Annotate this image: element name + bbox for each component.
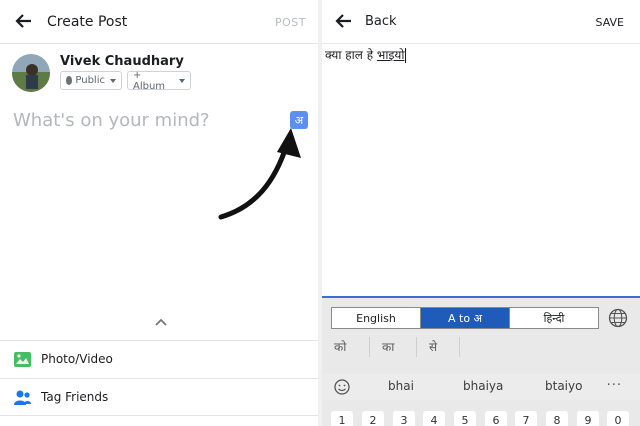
tag-friends-label: Tag Friends bbox=[41, 390, 109, 404]
photo-icon bbox=[14, 352, 31, 367]
prediction-item[interactable]: bhai bbox=[388, 379, 414, 393]
text-cursor bbox=[405, 48, 407, 63]
tab-english[interactable]: English bbox=[332, 308, 421, 328]
chevron-down-icon bbox=[110, 78, 116, 83]
prediction-item[interactable]: bhaiya bbox=[463, 379, 503, 393]
album-label: + Album bbox=[133, 69, 166, 92]
key-3[interactable]: 3 bbox=[393, 411, 415, 426]
globe-icon bbox=[66, 76, 73, 85]
composing-word: भाइयो bbox=[376, 48, 405, 62]
create-post-header: Create Post POST bbox=[0, 0, 318, 44]
key-7[interactable]: 7 bbox=[515, 411, 537, 426]
suggestion-item[interactable]: से bbox=[429, 338, 437, 355]
post-text-input[interactable]: What's on your mind? bbox=[13, 110, 210, 131]
post-button[interactable]: POST bbox=[275, 16, 306, 29]
more-icon[interactable]: ··· bbox=[607, 378, 622, 393]
key-5[interactable]: 5 bbox=[454, 411, 476, 426]
key-8[interactable]: 8 bbox=[546, 411, 568, 426]
key-6[interactable]: 6 bbox=[485, 411, 507, 426]
tab-a-to-hindi[interactable]: A to अ bbox=[421, 308, 510, 328]
divider bbox=[369, 337, 370, 357]
key-2[interactable]: 2 bbox=[362, 411, 384, 426]
back-arrow-icon[interactable] bbox=[334, 11, 354, 31]
privacy-selector[interactable]: Public bbox=[60, 71, 122, 90]
avatar[interactable] bbox=[12, 54, 50, 92]
emoji-icon[interactable] bbox=[333, 378, 351, 396]
tab-hindi[interactable]: हिन्दी bbox=[510, 308, 598, 328]
prediction-strip: bhai bhaiya btaiyo ··· bbox=[322, 374, 640, 400]
tag-friends-option[interactable]: Tag Friends bbox=[0, 378, 318, 416]
divider bbox=[0, 415, 318, 416]
photo-video-option[interactable]: Photo/Video bbox=[0, 340, 318, 378]
hindi-editor-screen: Back SAVE क्या हाल हे भाइयो English A to… bbox=[322, 0, 640, 426]
divider bbox=[416, 337, 417, 357]
pointer-arrow-icon bbox=[218, 128, 301, 220]
create-post-screen: Create Post POST Vivek Chaudhary Public … bbox=[0, 0, 318, 426]
save-button[interactable]: SAVE bbox=[596, 16, 624, 29]
chevron-down-icon bbox=[179, 78, 185, 83]
back-arrow-icon[interactable] bbox=[14, 11, 34, 31]
editor-text: क्या हाल हे bbox=[325, 48, 377, 62]
key-0[interactable]: 0 bbox=[607, 411, 629, 426]
photo-video-label: Photo/Video bbox=[41, 352, 113, 366]
key-1[interactable]: 1 bbox=[331, 411, 353, 426]
page-title: Create Post bbox=[47, 14, 128, 30]
chevron-up-icon[interactable] bbox=[155, 318, 167, 326]
language-switcher: English A to अ हिन्दी bbox=[331, 307, 599, 329]
back-button[interactable]: Back bbox=[365, 14, 397, 29]
divider bbox=[459, 337, 460, 357]
suggestion-item[interactable]: को bbox=[334, 338, 346, 355]
suggestion-strip: को का से bbox=[322, 334, 640, 360]
editor-text-area[interactable]: क्या हाल हे भाइयो bbox=[325, 46, 407, 63]
suggestion-item[interactable]: का bbox=[382, 338, 394, 355]
privacy-label: Public bbox=[75, 75, 105, 86]
keyboard: English A to अ हिन्दी को का से bhai bhai… bbox=[322, 296, 640, 426]
user-name: Vivek Chaudhary bbox=[60, 54, 184, 69]
key-4[interactable]: 4 bbox=[423, 411, 445, 426]
album-selector[interactable]: + Album bbox=[127, 69, 191, 92]
globe-icon[interactable] bbox=[608, 308, 628, 328]
key-9[interactable]: 9 bbox=[577, 411, 599, 426]
prediction-item[interactable]: btaiyo bbox=[545, 379, 582, 393]
editor-header: Back SAVE bbox=[322, 0, 640, 44]
tag-friends-icon bbox=[14, 390, 31, 405]
